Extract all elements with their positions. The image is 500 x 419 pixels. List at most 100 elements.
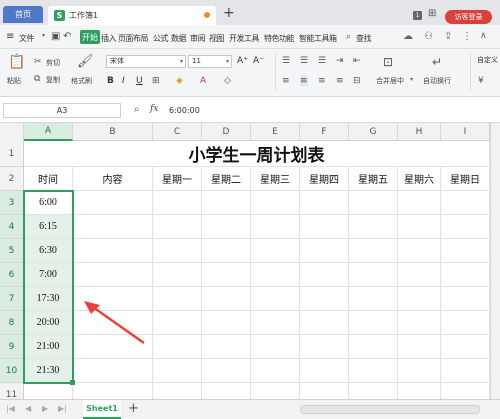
fill-handle[interactable] bbox=[70, 380, 75, 385]
row-header-3[interactable]: 3 bbox=[0, 191, 24, 215]
outdent-icon[interactable]: ⇤ bbox=[353, 56, 361, 66]
empty-cell[interactable] bbox=[441, 359, 490, 383]
row-header-10[interactable]: 10 bbox=[0, 359, 24, 383]
align-left-icon[interactable]: ≡ bbox=[282, 76, 290, 86]
merge-center-icon[interactable]: ⊡ bbox=[383, 56, 393, 68]
prev-sheet-icon[interactable]: ◀ bbox=[25, 404, 31, 413]
empty-cell[interactable] bbox=[300, 287, 349, 311]
column-header-f[interactable]: F bbox=[300, 123, 349, 141]
paste-label[interactable]: 粘贴 bbox=[7, 76, 21, 86]
empty-cell[interactable] bbox=[441, 239, 490, 263]
empty-cell[interactable] bbox=[441, 335, 490, 359]
clear-format-icon[interactable]: ◇ bbox=[224, 76, 231, 86]
header-cell-friday[interactable]: 星期五 bbox=[349, 167, 398, 191]
empty-cell[interactable] bbox=[153, 239, 202, 263]
cut-icon[interactable]: ✂ bbox=[34, 57, 42, 67]
empty-cell[interactable] bbox=[73, 359, 153, 383]
menu-view[interactable]: 视图 bbox=[209, 33, 225, 44]
font-grow-button[interactable]: A⁺ bbox=[237, 56, 248, 66]
empty-cell[interactable] bbox=[153, 359, 202, 383]
empty-cell[interactable] bbox=[202, 359, 251, 383]
empty-cell[interactable] bbox=[153, 311, 202, 335]
empty-cell[interactable] bbox=[73, 383, 153, 399]
header-cell-saturday[interactable]: 星期六 bbox=[398, 167, 441, 191]
empty-cell[interactable] bbox=[349, 287, 398, 311]
empty-cell[interactable] bbox=[202, 191, 251, 215]
empty-cell[interactable] bbox=[153, 335, 202, 359]
horizontal-scrollbar[interactable] bbox=[300, 405, 480, 414]
search-icon[interactable]: ⌕ bbox=[346, 32, 351, 42]
window-count-badge[interactable]: 1 bbox=[413, 11, 422, 20]
header-cell-monday[interactable]: 星期一 bbox=[153, 167, 202, 191]
time-cell[interactable]: 6:30 bbox=[24, 239, 73, 263]
undo-icon[interactable]: ↶ bbox=[63, 31, 71, 42]
font-color-icon[interactable]: A bbox=[200, 76, 206, 86]
chevron-down-icon[interactable]: ▾ bbox=[42, 32, 45, 39]
time-cell[interactable]: 6:15 bbox=[24, 215, 73, 239]
format-painter-icon[interactable]: 🖌 bbox=[77, 55, 94, 68]
empty-cell[interactable] bbox=[153, 287, 202, 311]
align-top-icon[interactable]: ☰ bbox=[282, 56, 290, 66]
time-cell[interactable]: 21:30 bbox=[24, 359, 73, 383]
name-box[interactable]: A3 bbox=[3, 103, 121, 118]
menu-file[interactable]: 文件 bbox=[19, 33, 35, 44]
empty-cell[interactable] bbox=[73, 239, 153, 263]
hamburger-menu-icon[interactable]: ≡ bbox=[6, 31, 14, 42]
row-header-1[interactable]: 1 bbox=[0, 141, 24, 167]
distributed-icon[interactable]: ⊟ bbox=[353, 76, 361, 86]
menu-developer[interactable]: 开发工具 bbox=[229, 33, 260, 44]
menu-data[interactable]: 数据 bbox=[171, 33, 187, 44]
font-name-select[interactable]: 宋体 ▾ bbox=[106, 55, 186, 68]
empty-cell[interactable] bbox=[153, 215, 202, 239]
spreadsheet-grid[interactable]: A B C D E F G H I 1 2 3 4 5 6 7 8 9 10 1… bbox=[0, 123, 500, 399]
border-icon[interactable]: ⊞ bbox=[152, 76, 160, 86]
number-format-select[interactable]: 自定义 bbox=[474, 55, 500, 68]
empty-cell[interactable] bbox=[441, 215, 490, 239]
collaborate-icon[interactable]: ⚇ bbox=[424, 31, 433, 42]
collapse-ribbon-icon[interactable]: ∧ bbox=[480, 31, 487, 41]
empty-cell[interactable] bbox=[202, 311, 251, 335]
first-sheet-icon[interactable]: |◀ bbox=[6, 404, 15, 413]
tab-home[interactable]: 首页 bbox=[3, 6, 43, 23]
column-header-d[interactable]: D bbox=[202, 123, 251, 141]
row-header-2[interactable]: 2 bbox=[0, 167, 24, 191]
save-icon[interactable]: ▣ bbox=[51, 31, 60, 42]
empty-cell[interactable] bbox=[349, 359, 398, 383]
empty-cell[interactable] bbox=[153, 191, 202, 215]
empty-cell[interactable] bbox=[441, 311, 490, 335]
empty-cell[interactable] bbox=[73, 263, 153, 287]
empty-cell[interactable] bbox=[300, 215, 349, 239]
header-cell-thursday[interactable]: 星期四 bbox=[300, 167, 349, 191]
copy-button[interactable]: 复制 bbox=[46, 75, 60, 85]
menu-review[interactable]: 审阅 bbox=[190, 33, 206, 44]
menu-search[interactable]: 查找 bbox=[356, 33, 372, 44]
italic-button[interactable]: I bbox=[122, 76, 125, 86]
empty-cell[interactable] bbox=[202, 383, 251, 399]
empty-cell[interactable] bbox=[202, 239, 251, 263]
column-header-b[interactable]: B bbox=[73, 123, 153, 141]
column-header-a[interactable]: A bbox=[24, 123, 73, 141]
row-header-11[interactable]: 11 bbox=[0, 383, 24, 399]
cloud-icon[interactable]: ☁ bbox=[403, 31, 413, 42]
empty-cell[interactable] bbox=[441, 383, 490, 399]
empty-cell[interactable] bbox=[300, 335, 349, 359]
zoom-icon[interactable]: ⌕ bbox=[134, 104, 140, 115]
fill-color-icon[interactable]: ◈ bbox=[176, 76, 183, 86]
format-painter-button[interactable]: 格式刷 bbox=[71, 76, 92, 86]
menu-start[interactable]: 开始 bbox=[80, 30, 100, 44]
menu-features[interactable]: 特色功能 bbox=[264, 33, 295, 44]
wrap-text-button[interactable]: 自动换行 bbox=[423, 76, 451, 86]
wrap-text-icon[interactable]: ↵ bbox=[432, 56, 442, 68]
empty-cell[interactable] bbox=[153, 263, 202, 287]
column-header-c[interactable]: C bbox=[153, 123, 202, 141]
column-header-e[interactable]: E bbox=[251, 123, 300, 141]
menu-formulas[interactable]: 公式 bbox=[153, 33, 169, 44]
empty-cell[interactable] bbox=[398, 263, 441, 287]
row-header-5[interactable]: 5 bbox=[0, 239, 24, 263]
empty-cell[interactable] bbox=[398, 239, 441, 263]
merge-center-button[interactable]: 合并居中 bbox=[376, 76, 404, 86]
row-header-4[interactable]: 4 bbox=[0, 215, 24, 239]
copy-icon[interactable]: ⧉ bbox=[34, 74, 40, 84]
row-header-9[interactable]: 9 bbox=[0, 335, 24, 359]
empty-cell[interactable] bbox=[349, 263, 398, 287]
